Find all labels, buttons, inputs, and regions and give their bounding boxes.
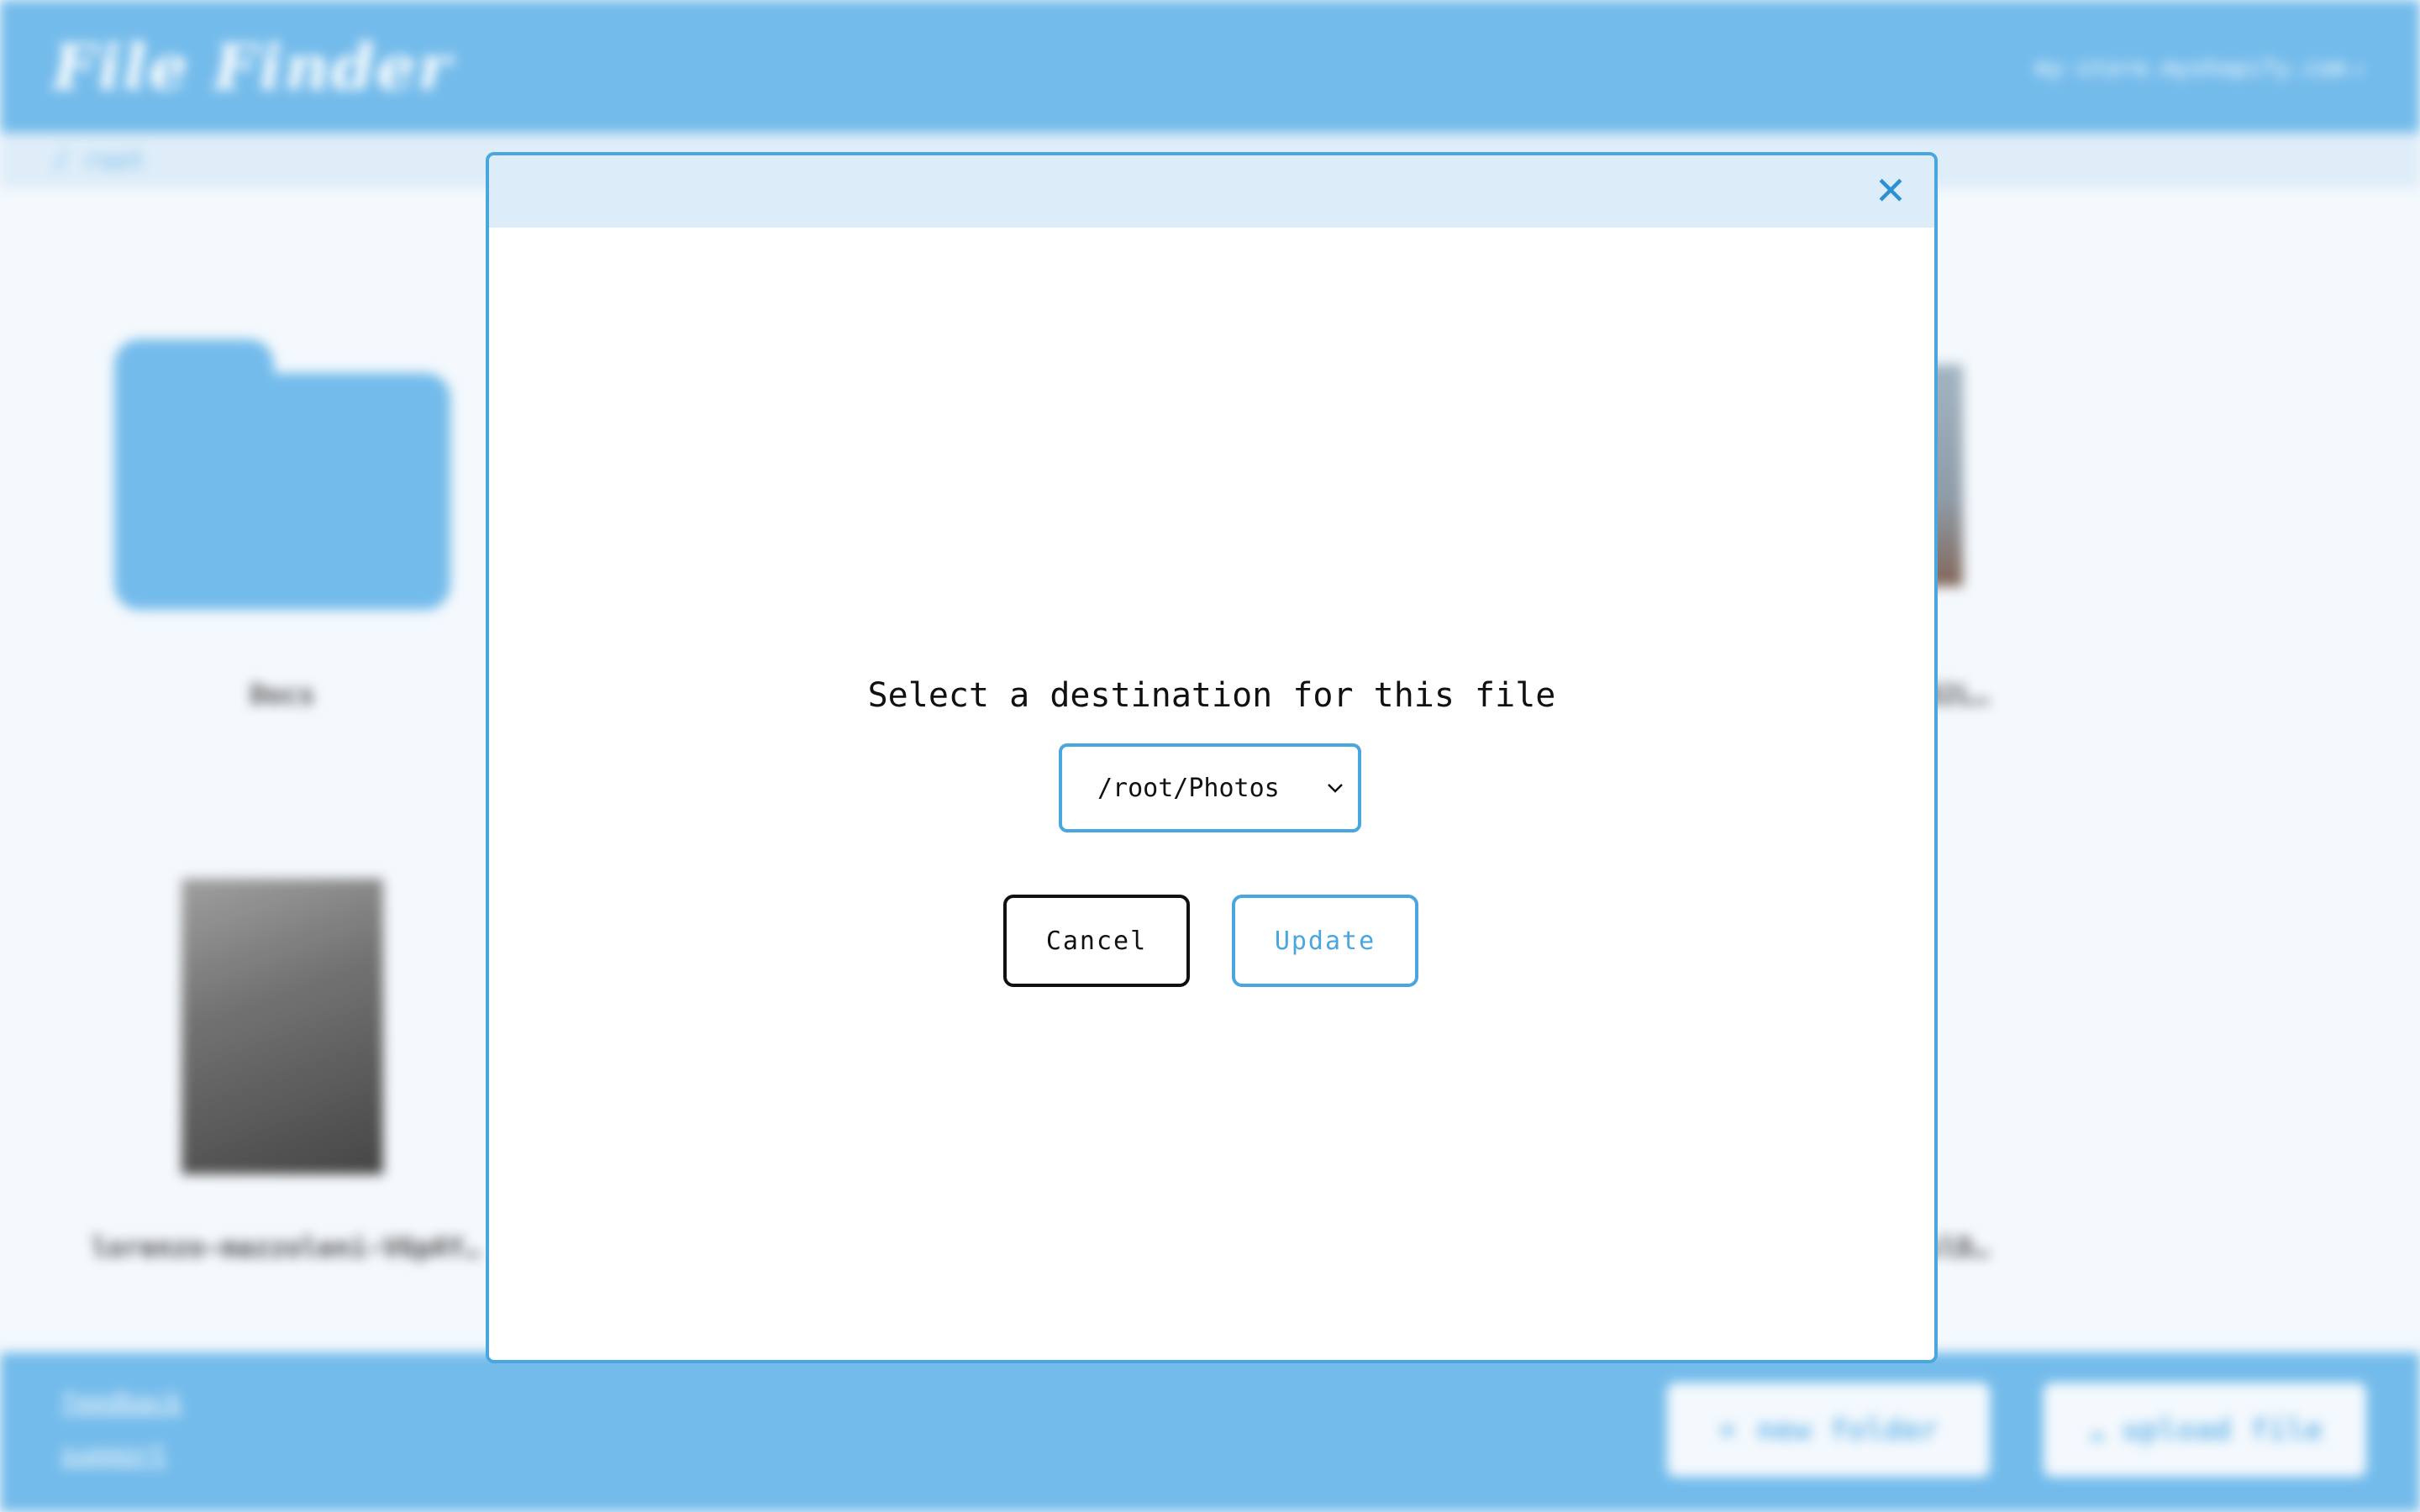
dialog-title: Select a destination for this file	[867, 676, 1556, 715]
destination-select-value: /root/Photos	[1097, 773, 1280, 803]
chevron-down-icon	[1326, 782, 1344, 794]
dialog-header: ✕	[489, 155, 1934, 228]
cancel-button[interactable]: Cancel	[1003, 895, 1190, 987]
close-icon[interactable]: ✕	[1872, 171, 1909, 210]
update-button[interactable]: Update	[1232, 895, 1418, 987]
destination-select[interactable]: /root/Photos	[1059, 743, 1361, 832]
move-file-dialog: ✕ Select a destination for this file /ro…	[486, 152, 1938, 1363]
